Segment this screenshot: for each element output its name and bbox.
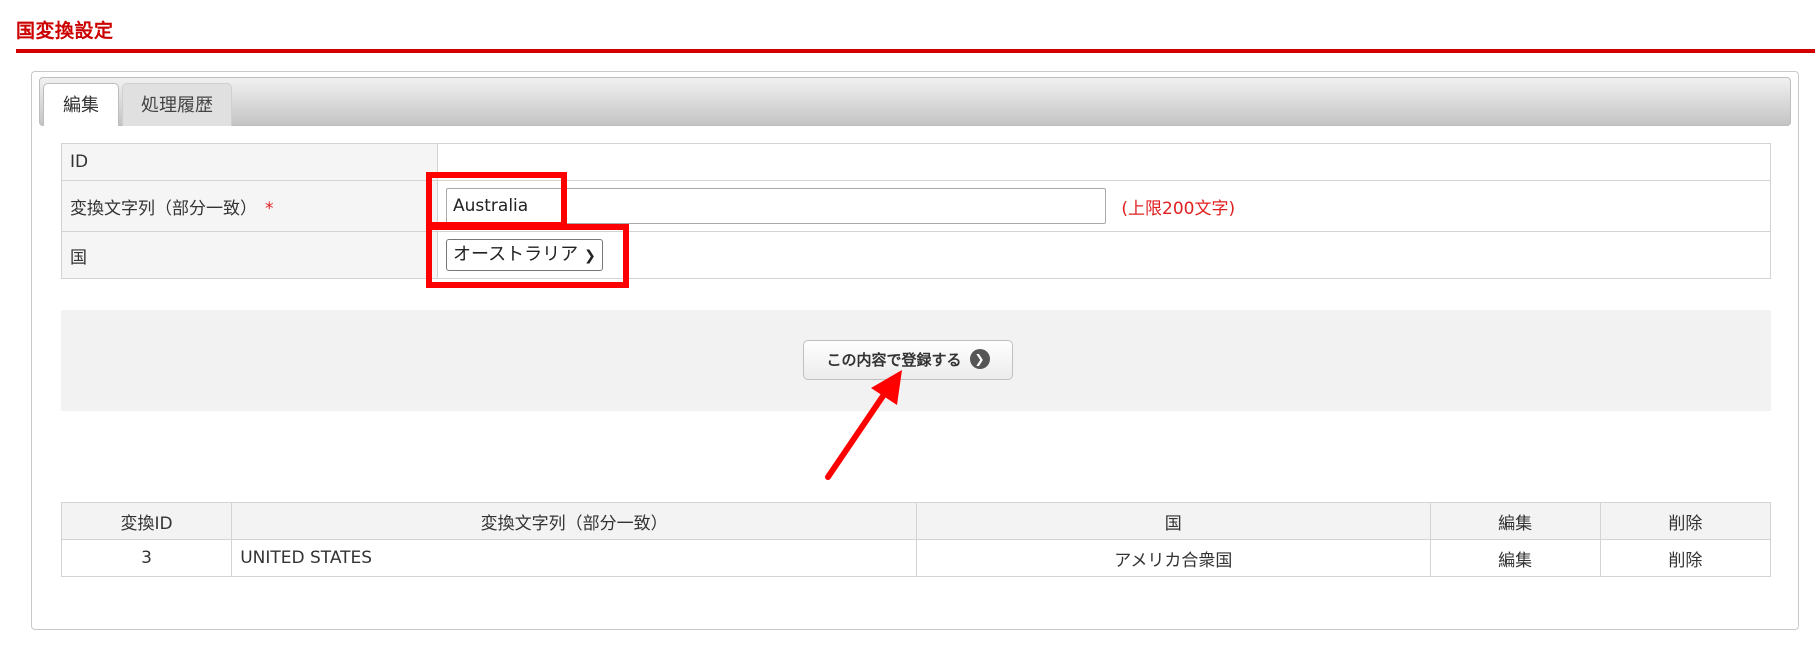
annotation-arrow [825,370,902,480]
